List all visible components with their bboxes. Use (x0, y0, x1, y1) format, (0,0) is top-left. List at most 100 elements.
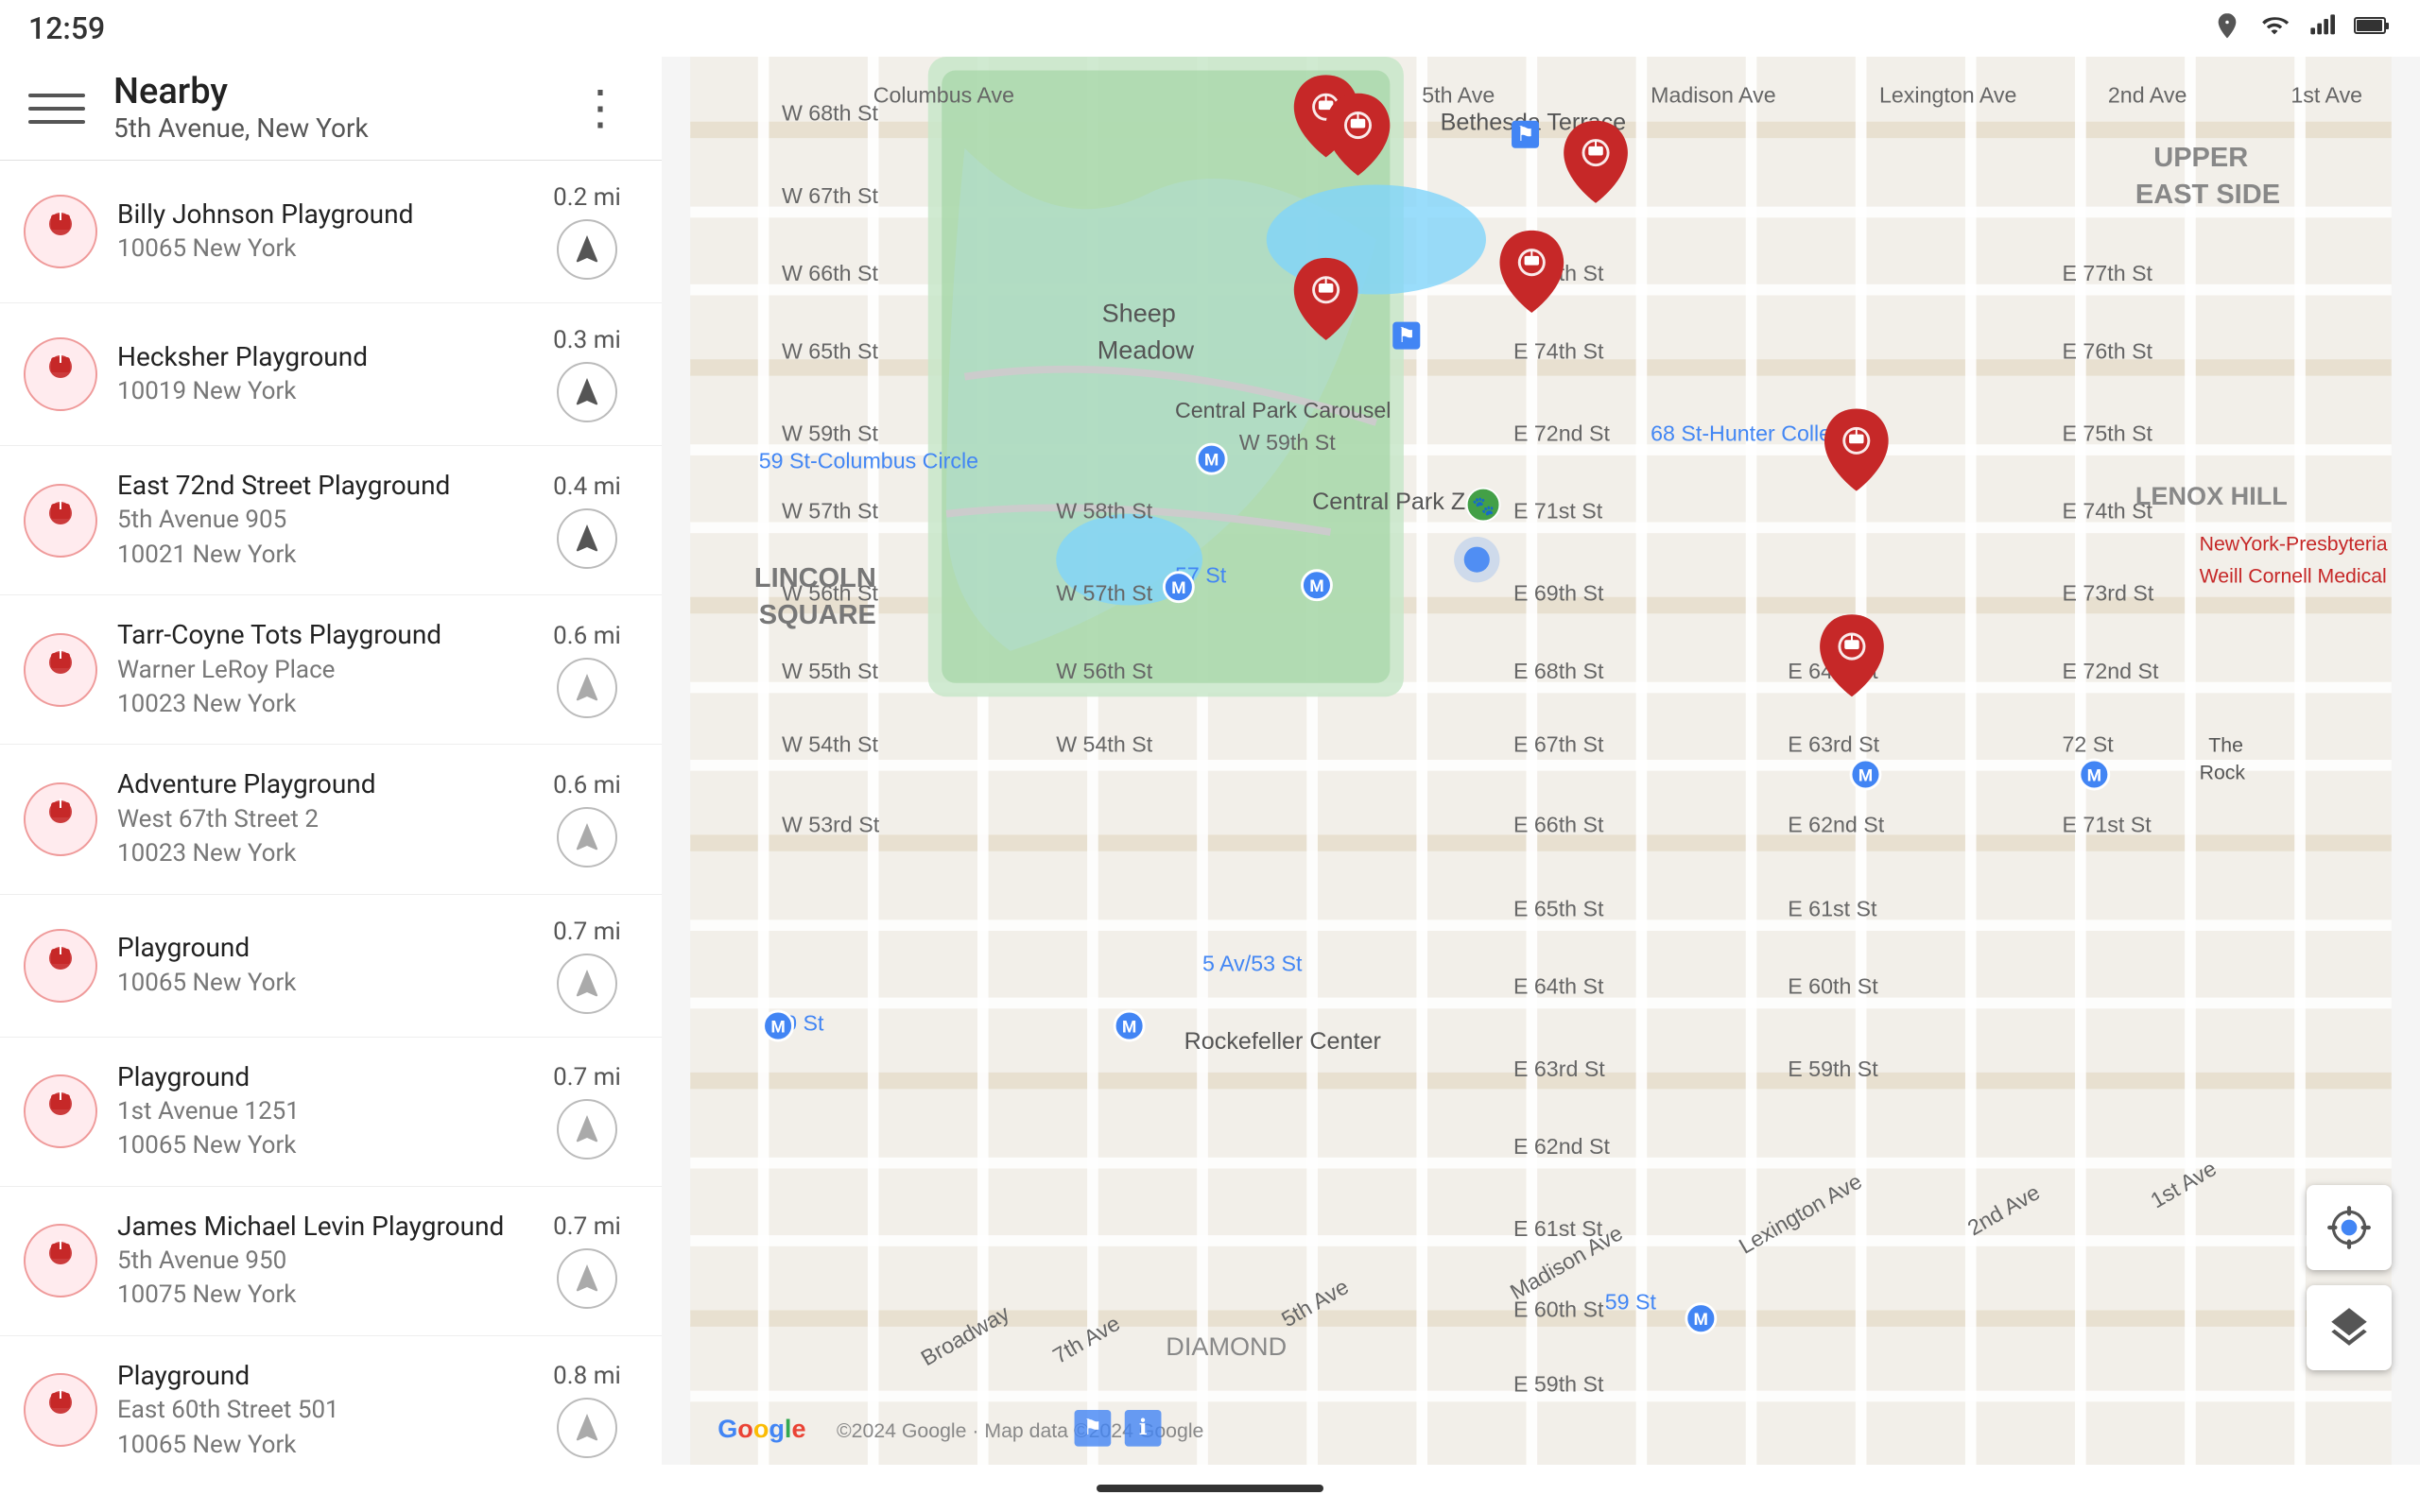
place-name: East 72nd Street Playground (117, 469, 535, 503)
svg-text:LENOX HILL: LENOX HILL (2135, 481, 2288, 510)
svg-text:DIAMOND: DIAMOND (1166, 1332, 1287, 1361)
svg-text:W 65th St: W 65th St (782, 338, 878, 363)
svg-text:M: M (1122, 1018, 1136, 1037)
place-icon (23, 1074, 98, 1149)
map-svg: W 68th St W 67th St W 66th St W 65th St … (662, 57, 2420, 1465)
svg-text:M: M (2087, 766, 2101, 785)
status-icons (2214, 12, 2392, 45)
place-distance: 0.3 mi (553, 326, 621, 354)
place-distance: 0.8 mi (553, 1362, 621, 1390)
place-icon (23, 1223, 98, 1298)
list-item[interactable]: James Michael Levin Playground 5th Avenu… (0, 1187, 662, 1336)
svg-text:E 60th St: E 60th St (1513, 1297, 1604, 1321)
svg-text:E 62nd St: E 62nd St (1788, 812, 1885, 836)
svg-text:M: M (1204, 451, 1219, 470)
svg-text:W 55th St: W 55th St (782, 659, 878, 683)
place-distance: 0.7 mi (553, 1212, 621, 1241)
list-item[interactable]: Hecksher Playground 10019 New York 0.3 m… (0, 303, 662, 446)
place-address: 1st Avenue 125110065 New York (117, 1094, 535, 1163)
place-right: 0.7 mi (535, 918, 639, 1014)
navigate-button[interactable] (557, 1398, 617, 1458)
place-address: East 60th Street 50110065 New York (117, 1393, 535, 1462)
layers-button[interactable] (2307, 1285, 2392, 1370)
place-address: West 67th Street 210023 New York (117, 802, 535, 871)
navigate-button[interactable] (557, 1248, 617, 1309)
svg-text:5 Av/53 St: 5 Av/53 St (1202, 952, 1303, 976)
my-location-button[interactable] (2307, 1185, 2392, 1270)
place-distance: 0.2 mi (553, 183, 621, 212)
svg-text:W 66th St: W 66th St (782, 261, 878, 285)
svg-text:59 St-Columbus Circle: 59 St-Columbus Circle (759, 448, 978, 472)
svg-text:E 77th St: E 77th St (2062, 261, 2152, 285)
list-item[interactable]: Tarr-Coyne Tots Playground Warner LeRoy … (0, 595, 662, 745)
navigate-icon (570, 1262, 604, 1296)
place-info: Playground East 60th Street 50110065 New… (117, 1359, 535, 1462)
place-address: 10019 New York (117, 374, 535, 408)
navigate-button[interactable] (557, 362, 617, 422)
location-icon (2214, 12, 2240, 45)
svg-text:1st Ave: 1st Ave (2290, 82, 2362, 107)
more-options-button[interactable]: ⋮ (567, 76, 633, 142)
svg-text:M: M (1309, 577, 1323, 596)
place-name: Playground (117, 1359, 535, 1393)
svg-text:Central Park Carousel: Central Park Carousel (1175, 398, 1391, 422)
svg-text:E 76th St: E 76th St (2062, 338, 2152, 363)
place-right: 0.6 mi (535, 622, 639, 718)
place-info: James Michael Levin Playground 5th Avenu… (117, 1210, 535, 1313)
navigate-icon (570, 671, 604, 705)
list-item[interactable]: Adventure Playground West 67th Street 21… (0, 745, 662, 894)
svg-text:72 St: 72 St (2062, 731, 2114, 756)
map-container[interactable]: W 68th St W 67th St W 66th St W 65th St … (662, 57, 2420, 1465)
navigate-button[interactable] (557, 658, 617, 718)
list-item[interactable]: East 72nd Street Playground 5th Avenue 9… (0, 446, 662, 595)
svg-text:E 68th St: E 68th St (1513, 659, 1604, 683)
battery-icon (2354, 12, 2392, 45)
svg-text:E 71st St: E 71st St (2062, 812, 2152, 836)
status-bar: 12:59 (0, 0, 2420, 57)
place-distance: 0.7 mi (553, 1063, 621, 1091)
svg-text:LINCOLN: LINCOLN (754, 563, 876, 593)
layers-icon (2325, 1304, 2373, 1351)
map-panel[interactable]: W 68th St W 67th St W 66th St W 65th St … (662, 57, 2420, 1465)
navigate-button[interactable] (557, 508, 617, 569)
signal-icon (2308, 12, 2335, 45)
svg-text:E 64th St: E 64th St (1513, 974, 1604, 999)
svg-text:W 56th St: W 56th St (1056, 659, 1152, 683)
place-address: 10065 New York (117, 966, 535, 1000)
home-indicator[interactable] (1097, 1485, 1323, 1492)
svg-text:🐾: 🐾 (1472, 495, 1495, 517)
location-subtitle: 5th Avenue, New York (113, 112, 567, 144)
svg-text:E 63rd St: E 63rd St (1513, 1057, 1605, 1081)
svg-text:W 59th St: W 59th St (1239, 430, 1336, 455)
svg-text:M: M (1694, 1311, 1708, 1330)
navigate-button[interactable] (557, 1099, 617, 1160)
svg-text:SQUARE: SQUARE (759, 600, 876, 630)
list-item[interactable]: Playground East 60th Street 50110065 New… (0, 1336, 662, 1465)
navigate-icon (570, 375, 604, 409)
navigate-button[interactable] (557, 807, 617, 868)
navigate-button[interactable] (557, 954, 617, 1014)
hamburger-button[interactable] (28, 80, 85, 137)
svg-text:Columbus Ave: Columbus Ave (873, 82, 1014, 107)
place-icon (23, 483, 98, 558)
wifi-icon (2259, 12, 2290, 45)
place-name: Playground (117, 1060, 535, 1094)
list-item[interactable]: Playground 10065 New York 0.7 mi (0, 895, 662, 1038)
list-item[interactable]: Billy Johnson Playground 10065 New York … (0, 161, 662, 303)
place-info: Hecksher Playground 10019 New York (117, 340, 535, 409)
svg-text:E 75th St: E 75th St (2062, 421, 2152, 445)
place-address: 5th Avenue 95010075 New York (117, 1244, 535, 1313)
navigate-button[interactable] (557, 219, 617, 280)
list-item[interactable]: Playground 1st Avenue 125110065 New York… (0, 1038, 662, 1187)
svg-text:5th Ave: 5th Ave (1422, 82, 1495, 107)
place-distance: 0.6 mi (553, 622, 621, 650)
navigate-icon (570, 820, 604, 854)
place-info: Tarr-Coyne Tots Playground Warner LeRoy … (117, 618, 535, 721)
svg-text:M: M (770, 1018, 785, 1037)
place-info: Playground 1st Avenue 125110065 New York (117, 1060, 535, 1163)
svg-text:EAST SIDE: EAST SIDE (2135, 180, 2280, 210)
place-right: 0.6 mi (535, 771, 639, 868)
my-location-icon (2325, 1204, 2373, 1251)
svg-text:E 66th St: E 66th St (1513, 812, 1604, 836)
svg-text:E 74th St: E 74th St (1513, 338, 1604, 363)
